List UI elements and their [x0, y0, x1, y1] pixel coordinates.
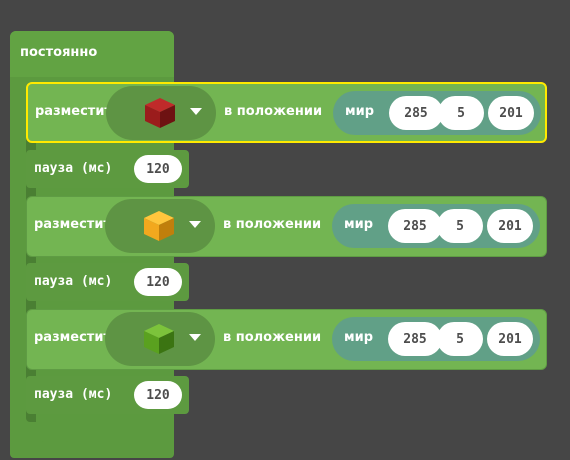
pause-value-field[interactable]: 120: [134, 381, 182, 409]
block-picker-dropdown[interactable]: [105, 199, 215, 253]
forever-label: постоянно: [20, 45, 98, 60]
place-block[interactable]: разместить в положении мир 285 5 201: [26, 309, 547, 370]
position-label: в положении: [224, 104, 323, 119]
x-coordinate-field[interactable]: 285: [388, 209, 442, 243]
pause-block[interactable]: пауза (мс) 120: [26, 150, 189, 188]
z-coordinate-field[interactable]: 201: [487, 209, 533, 243]
red-cube-icon: [143, 96, 177, 130]
pause-value-field[interactable]: 120: [134, 155, 182, 183]
caret-down-icon: [189, 334, 201, 341]
pause-label: пауза (мс): [34, 161, 113, 176]
y-coordinate-field[interactable]: 5: [438, 96, 484, 130]
world-coordinates[interactable]: мир 285 5 201: [333, 91, 541, 135]
place-block[interactable]: разместить в положении мир 285 5 201: [26, 82, 547, 143]
green-cube-icon: [142, 322, 176, 356]
position-label: в положении: [223, 330, 322, 345]
world-label: мир: [344, 330, 374, 345]
pause-block[interactable]: пауза (мс) 120: [26, 263, 189, 301]
world-coordinates[interactable]: мир 285 5 201: [332, 317, 540, 361]
x-coordinate-field[interactable]: 285: [388, 322, 442, 356]
pause-value-field[interactable]: 120: [134, 268, 182, 296]
world-label: мир: [345, 104, 375, 119]
pause-label: пауза (мс): [34, 274, 113, 289]
z-coordinate-field[interactable]: 201: [488, 96, 534, 130]
block-picker-dropdown[interactable]: [105, 312, 215, 366]
caret-down-icon: [190, 108, 202, 115]
forever-bottom-notch: [40, 434, 70, 442]
caret-down-icon: [189, 221, 201, 228]
world-coordinates[interactable]: мир 285 5 201: [332, 204, 540, 248]
pause-label: пауза (мс): [34, 387, 113, 402]
y-coordinate-field[interactable]: 5: [437, 322, 483, 356]
x-coordinate-field[interactable]: 285: [389, 96, 443, 130]
y-coordinate-field[interactable]: 5: [437, 209, 483, 243]
yellow-cube-icon: [142, 209, 176, 243]
pause-block[interactable]: пауза (мс) 120: [26, 376, 189, 414]
block-picker-dropdown[interactable]: [106, 86, 216, 140]
z-coordinate-field[interactable]: 201: [487, 322, 533, 356]
place-block[interactable]: разместить в положении мир 285 5 201: [26, 196, 547, 257]
position-label: в положении: [223, 217, 322, 232]
world-label: мир: [344, 217, 374, 232]
